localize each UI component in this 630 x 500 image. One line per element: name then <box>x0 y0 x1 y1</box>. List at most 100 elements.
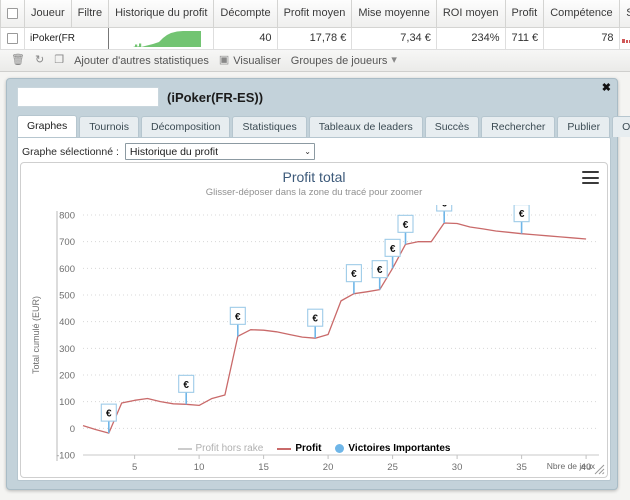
visualize-button[interactable]: ▣ Visualiser <box>214 54 286 68</box>
player-groups-dropdown[interactable]: Groupes de joueurs ▾ <box>286 54 402 68</box>
x-axis-label: Nbre de jeux <box>546 461 595 471</box>
chevron-down-icon: ⌄ <box>304 147 311 156</box>
column-header-profit-history[interactable]: Historique du profit <box>108 0 215 28</box>
svg-text:25: 25 <box>387 462 398 473</box>
player-stats-table: Joueur Filtre Historique du profit Décom… <box>0 0 630 50</box>
legend-item-profit-hors-rake[interactable]: Profit hors rake <box>177 443 264 454</box>
chart-subtitle: Glisser-déposer dans la zone du tracé po… <box>205 187 423 198</box>
row-checkbox[interactable] <box>7 32 18 44</box>
cell-avg-stake: 7,34 € <box>351 26 437 50</box>
graphes-pane: Graphe sélectionné : Historique du profi… <box>17 137 611 481</box>
column-header-player[interactable]: Joueur <box>24 0 72 28</box>
svg-text:€: € <box>235 312 241 323</box>
cell-skill: 78 <box>543 26 620 50</box>
svg-text:Total cumulé (EUR): Total cumulé (EUR) <box>31 296 41 374</box>
svg-text:600: 600 <box>59 264 75 275</box>
dialog-tabs: Graphes Tournois Décomposition Statistiq… <box>17 115 630 137</box>
tab-decomposition[interactable]: Décomposition <box>140 116 231 137</box>
player-name-input[interactable] <box>17 87 159 107</box>
column-header-avg-roi[interactable]: ROI moyen <box>435 0 506 28</box>
legend-item-victoires-importantes[interactable]: Victoires Importantes <box>335 443 451 454</box>
column-header-avg-stake[interactable]: Mise moyenne <box>351 0 437 28</box>
column-header-avg-profit[interactable]: Profit moyen <box>276 0 353 28</box>
svg-text:€: € <box>441 205 447 210</box>
monitor-icon: ▣ <box>218 54 230 66</box>
svg-text:30: 30 <box>452 462 463 473</box>
graph-select-row: Graphe sélectionné : Historique du profi… <box>22 143 315 160</box>
column-header-count[interactable]: Décompte <box>213 0 278 28</box>
cell-count: 40 <box>213 26 278 50</box>
chevron-down-icon: ▾ <box>391 54 397 66</box>
cell-profit-history[interactable] <box>108 26 215 50</box>
player-detail-dialog: ✖ (iPoker(FR-ES)) Graphes Tournois Décom… <box>6 78 630 490</box>
cell-status[interactable] <box>618 26 630 50</box>
graph-select-dropdown[interactable]: Historique du profit ⌄ <box>124 143 315 160</box>
svg-text:5: 5 <box>132 462 137 473</box>
svg-text:800: 800 <box>59 211 75 222</box>
svg-text:€: € <box>183 380 189 391</box>
copy-button[interactable]: ❐ <box>49 54 69 67</box>
column-header-profit[interactable]: Profit <box>504 0 545 28</box>
cell-avg-roi: 234% <box>435 26 506 50</box>
legend-label: Profit hors rake <box>195 443 264 454</box>
graph-select-label: Graphe sélectionné : <box>22 145 119 158</box>
svg-text:€: € <box>351 269 357 280</box>
svg-text:€: € <box>312 314 318 325</box>
svg-text:200: 200 <box>59 371 75 382</box>
dialog-title-row: (iPoker(FR-ES)) <box>17 87 597 107</box>
svg-text:300: 300 <box>59 344 75 355</box>
profit-history-sparkline <box>133 31 202 47</box>
legend-swatch-dot <box>335 444 345 453</box>
tab-tournois[interactable]: Tournois <box>79 116 139 137</box>
tab-rechercher[interactable]: Rechercher <box>481 116 556 137</box>
hamburger-menu-icon[interactable] <box>582 171 599 184</box>
svg-text:35: 35 <box>516 462 527 473</box>
svg-text:15: 15 <box>258 462 269 473</box>
chart-title: Profit total <box>282 169 346 185</box>
column-header-select[interactable] <box>0 0 25 28</box>
svg-text:400: 400 <box>59 317 75 328</box>
dialog-title: (iPoker(FR-ES)) <box>167 89 264 105</box>
cell-profit: 711 € <box>504 26 545 50</box>
tab-statistiques[interactable]: Statistiques <box>232 116 307 137</box>
refresh-icon: ↻ <box>34 54 45 66</box>
svg-text:€: € <box>403 220 409 231</box>
plot-area[interactable]: -100 0 100 200 300 400 500 600 700 800 5 10 15 20 25 30… <box>21 205 607 477</box>
table-row[interactable]: iPoker(FR 40 17,78 € 7,34 € 234% 711 € 7… <box>0 26 630 50</box>
chart-legend: Profit hors rake Profit Victoires Import… <box>21 443 607 454</box>
tab-publier[interactable]: Publier <box>557 116 611 137</box>
app-root: Joueur Filtre Historique du profit Décom… <box>0 0 630 500</box>
cell-player[interactable]: iPoker(FR <box>23 26 110 50</box>
svg-text:€: € <box>390 244 396 255</box>
add-stats-button[interactable]: Ajouter d'autres statistiques <box>69 54 214 68</box>
column-header-status[interactable]: Statut <box>618 0 630 28</box>
delete-button[interactable]: 🗑 <box>6 54 30 67</box>
svg-text:€: € <box>377 265 383 276</box>
resize-grip-icon[interactable] <box>593 463 605 475</box>
column-header-skill[interactable]: Compétence <box>543 0 620 28</box>
select-all-checkbox[interactable] <box>7 7 18 19</box>
table-header-row: Joueur Filtre Historique du profit Décom… <box>0 0 630 28</box>
visualize-label: Visualiser <box>233 54 281 67</box>
copy-icon: ❐ <box>54 54 65 66</box>
svg-text:700: 700 <box>59 237 75 248</box>
tab-observations[interactable]: Observations <box>612 116 630 137</box>
trash-icon: 🗑 <box>11 54 25 66</box>
close-icon[interactable]: ✖ <box>602 83 611 94</box>
player-groups-label: Groupes de joueurs <box>290 54 388 67</box>
tab-tableaux-de-leaders[interactable]: Tableaux de leaders <box>308 116 423 137</box>
svg-text:500: 500 <box>59 291 75 302</box>
legend-item-profit[interactable]: Profit <box>277 443 321 454</box>
svg-text:0: 0 <box>70 424 75 435</box>
legend-swatch-line <box>277 447 292 450</box>
chart-card: Profit total Glisser-déposer dans la zon… <box>20 162 608 478</box>
tab-graphes[interactable]: Graphes <box>17 115 78 137</box>
profit-chart-svg[interactable]: -10001002003004005006007008005 10 15 20 25 30… <box>21 205 608 478</box>
column-header-filter[interactable]: Filtre <box>70 0 110 28</box>
legend-label: Victoires Importantes <box>348 443 451 454</box>
tab-succes[interactable]: Succès <box>424 116 480 137</box>
refresh-button[interactable]: ↻ <box>30 54 49 67</box>
legend-swatch-line <box>177 447 192 450</box>
svg-text:100: 100 <box>59 397 75 408</box>
row-select-cell[interactable] <box>0 26 25 50</box>
